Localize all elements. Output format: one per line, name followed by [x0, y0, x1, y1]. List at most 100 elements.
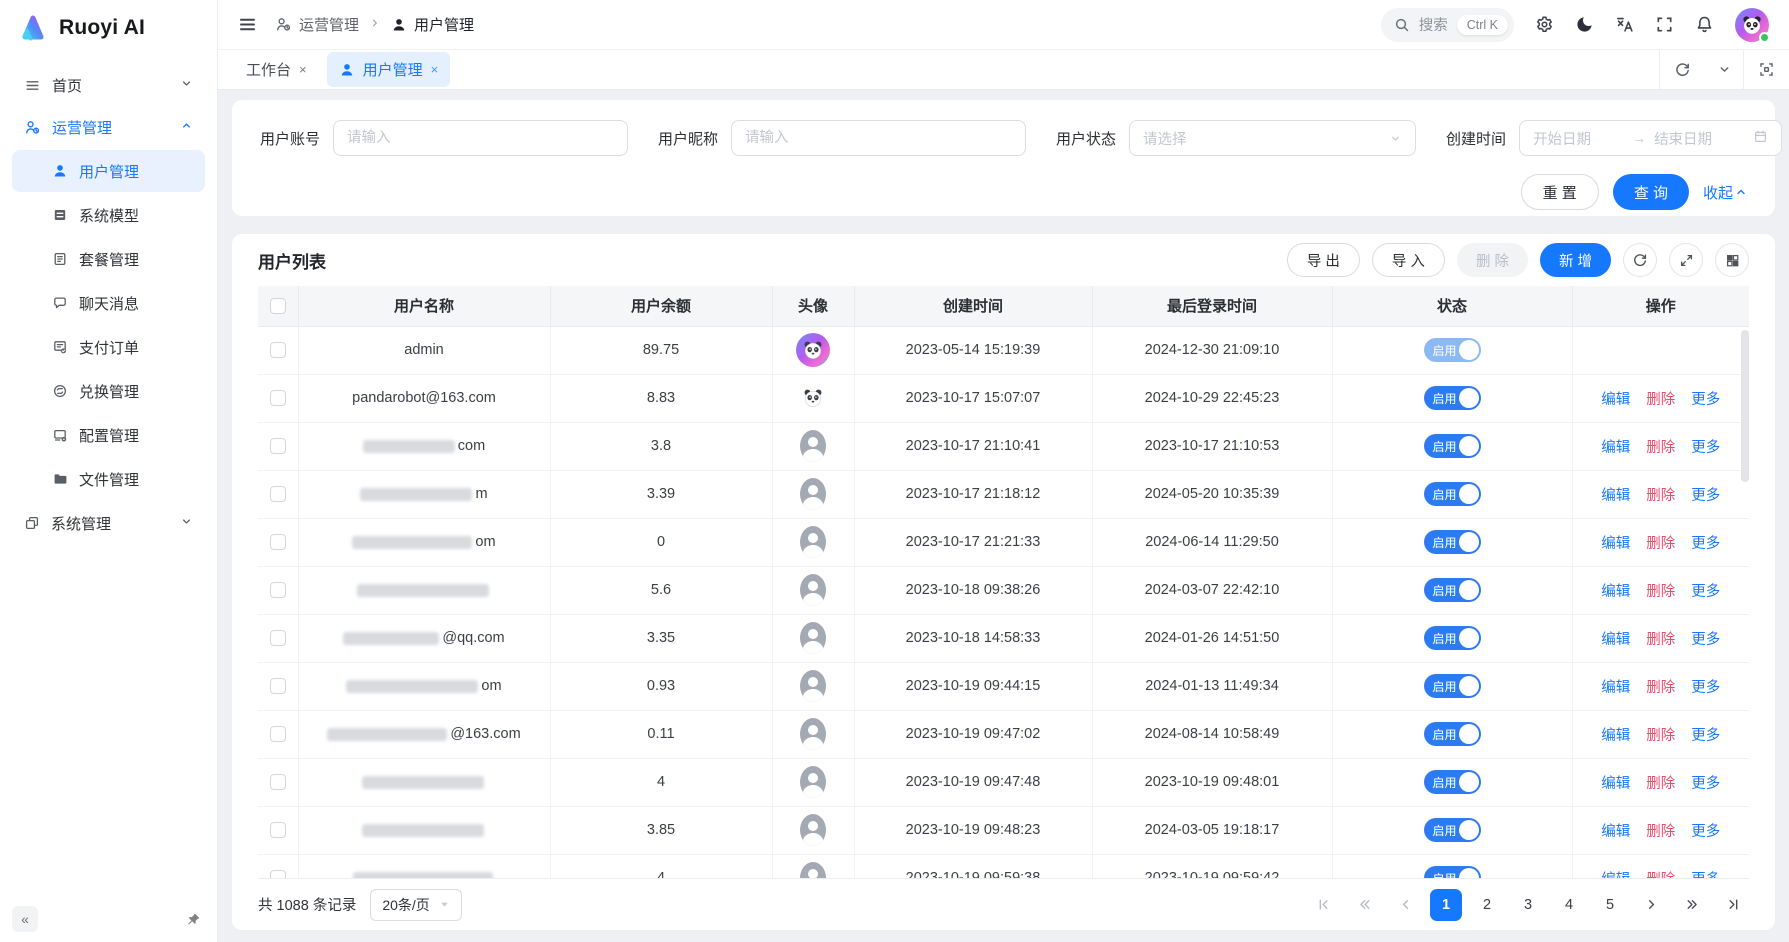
delete-link[interactable]: 删除 — [1646, 724, 1675, 745]
status-toggle[interactable]: 启用 — [1424, 626, 1481, 650]
more-link[interactable]: 更多 — [1691, 820, 1720, 841]
refresh-page-icon[interactable] — [1659, 50, 1705, 89]
sidebar-item-1-2[interactable]: 套餐管理 — [12, 238, 205, 280]
delete-link[interactable]: 删除 — [1646, 676, 1675, 697]
delete-link[interactable]: 删除 — [1646, 580, 1675, 601]
more-link[interactable]: 更多 — [1691, 676, 1720, 697]
more-link[interactable]: 更多 — [1691, 436, 1720, 457]
status-toggle[interactable]: 启用 — [1424, 434, 1481, 458]
more-link[interactable]: 更多 — [1691, 580, 1720, 601]
row-checkbox[interactable] — [270, 870, 286, 878]
filter-daterange-3[interactable]: 开始日期 → 结束日期 — [1519, 120, 1782, 156]
delete-link[interactable]: 删除 — [1646, 820, 1675, 841]
tab-options-chevron-icon[interactable] — [1705, 50, 1743, 89]
tab-close-icon[interactable]: × — [299, 62, 307, 77]
add-button[interactable]: 新 增 — [1540, 243, 1611, 277]
delete-link[interactable]: 删除 — [1646, 436, 1675, 457]
more-link[interactable]: 更多 — [1691, 628, 1720, 649]
global-search[interactable]: 搜索 Ctrl K — [1381, 8, 1514, 42]
sidebar-collapse-button[interactable]: « — [12, 906, 38, 932]
status-toggle[interactable]: 启用 — [1424, 866, 1481, 878]
edit-link[interactable]: 编辑 — [1601, 532, 1630, 553]
status-toggle[interactable]: 启用 — [1424, 578, 1481, 602]
expand-table-icon[interactable] — [1669, 243, 1703, 277]
delete-link[interactable]: 删除 — [1646, 388, 1675, 409]
row-checkbox[interactable] — [270, 486, 286, 502]
sidebar-item-1-6[interactable]: 配置管理 — [12, 414, 205, 456]
tab-0[interactable]: 工作台 × — [234, 52, 319, 87]
delete-link[interactable]: 删除 — [1646, 868, 1675, 879]
delete-link[interactable]: 删除 — [1646, 772, 1675, 793]
select-all-checkbox[interactable] — [270, 298, 286, 314]
row-checkbox[interactable] — [270, 534, 286, 550]
filter-input-0[interactable] — [333, 120, 628, 156]
tab-close-icon[interactable]: × — [431, 62, 439, 77]
more-link[interactable]: 更多 — [1691, 868, 1720, 879]
edit-link[interactable]: 编辑 — [1601, 484, 1630, 505]
more-link[interactable]: 更多 — [1691, 388, 1720, 409]
more-link[interactable]: 更多 — [1691, 484, 1720, 505]
delete-link[interactable]: 删除 — [1646, 484, 1675, 505]
edit-link[interactable]: 编辑 — [1601, 436, 1630, 457]
jump-prev-button[interactable] — [1348, 889, 1380, 921]
page-button-3[interactable]: 3 — [1512, 889, 1544, 921]
status-toggle[interactable]: 启用 — [1424, 386, 1481, 410]
hamburger-menu-icon[interactable] — [238, 15, 257, 34]
next-page-button[interactable] — [1635, 889, 1667, 921]
first-page-button[interactable] — [1307, 889, 1339, 921]
sidebar-item-1-3[interactable]: 聊天消息 — [12, 282, 205, 324]
edit-link[interactable]: 编辑 — [1601, 868, 1630, 879]
column-header-4[interactable]: 最后登录时间 — [1092, 286, 1332, 326]
search-button[interactable]: 查 询 — [1613, 174, 1689, 210]
edit-link[interactable]: 编辑 — [1601, 820, 1630, 841]
status-toggle[interactable]: 启用 — [1424, 818, 1481, 842]
sidebar-group-2[interactable]: 系统管理 — [12, 502, 205, 544]
filter-input-1[interactable] — [731, 120, 1026, 156]
page-button-4[interactable]: 4 — [1553, 889, 1585, 921]
edit-link[interactable]: 编辑 — [1601, 724, 1630, 745]
delete-link[interactable]: 删除 — [1646, 628, 1675, 649]
status-toggle[interactable]: 启用 — [1424, 722, 1481, 746]
sidebar-item-1-4[interactable]: 支付订单 — [12, 326, 205, 368]
notifications-bell-icon[interactable] — [1695, 15, 1714, 34]
import-button[interactable]: 导 入 — [1372, 243, 1445, 277]
row-checkbox[interactable] — [270, 726, 286, 742]
status-toggle[interactable]: 启用 — [1424, 338, 1481, 362]
sidebar-item-1-5[interactable]: 兑换管理 — [12, 370, 205, 412]
column-settings-grid-icon[interactable] — [1715, 243, 1749, 277]
column-header-3[interactable]: 创建时间 — [854, 286, 1092, 326]
edit-link[interactable]: 编辑 — [1601, 676, 1630, 697]
dark-mode-moon-icon[interactable] — [1575, 15, 1594, 34]
delete-button[interactable]: 删 除 — [1457, 243, 1528, 277]
sidebar-item-1-0[interactable]: 用户管理 — [12, 150, 205, 192]
breadcrumb-item-1[interactable]: 用户管理 — [391, 14, 474, 35]
row-checkbox[interactable] — [270, 678, 286, 694]
page-size-select[interactable]: 20条/页 — [370, 889, 461, 921]
page-button-2[interactable]: 2 — [1471, 889, 1503, 921]
jump-next-button[interactable] — [1676, 889, 1708, 921]
export-button[interactable]: 导 出 — [1287, 243, 1360, 277]
row-checkbox[interactable] — [270, 774, 286, 790]
status-toggle[interactable]: 启用 — [1424, 530, 1481, 554]
pin-icon[interactable] — [186, 912, 201, 927]
column-header-2[interactable]: 头像 — [772, 286, 854, 326]
refresh-table-icon[interactable] — [1623, 243, 1657, 277]
collapse-filters-link[interactable]: 收起 — [1703, 182, 1747, 203]
delete-link[interactable]: 删除 — [1646, 532, 1675, 553]
sidebar-item-1-1[interactable]: 系统模型 — [12, 194, 205, 236]
fullscreen-icon[interactable] — [1655, 15, 1674, 34]
row-checkbox[interactable] — [270, 342, 286, 358]
edit-link[interactable]: 编辑 — [1601, 580, 1630, 601]
column-header-0[interactable]: 用户名称 — [298, 286, 550, 326]
last-page-button[interactable] — [1717, 889, 1749, 921]
status-toggle[interactable]: 启用 — [1424, 674, 1481, 698]
status-toggle[interactable]: 启用 — [1424, 482, 1481, 506]
breadcrumb-item-0[interactable]: 运营管理 — [275, 14, 359, 35]
prev-page-button[interactable] — [1389, 889, 1421, 921]
filter-select-2[interactable]: 请选择 — [1129, 120, 1416, 156]
logo-row[interactable]: Ruoyi AI — [0, 0, 217, 56]
column-header-5[interactable]: 状态 — [1332, 286, 1572, 326]
row-checkbox[interactable] — [270, 438, 286, 454]
more-link[interactable]: 更多 — [1691, 724, 1720, 745]
settings-gear-icon[interactable] — [1535, 15, 1554, 34]
